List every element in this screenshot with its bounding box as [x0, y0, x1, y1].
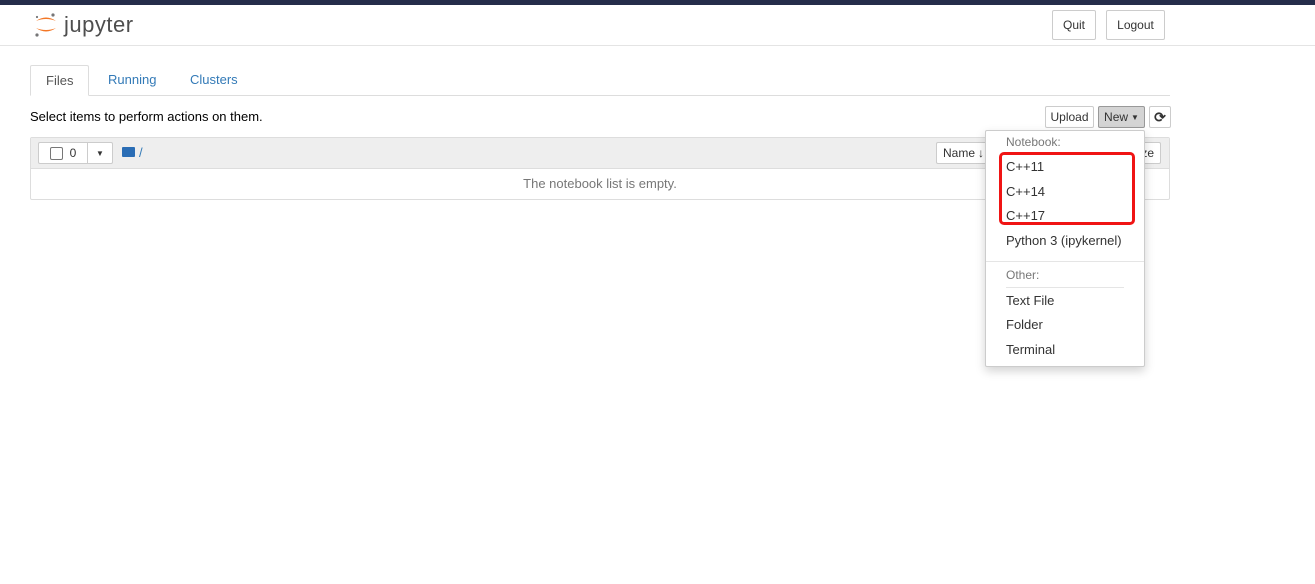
logo-text: jupyter — [64, 12, 134, 37]
highlight-box — [999, 152, 1135, 225]
logout-button[interactable]: Logout — [1106, 10, 1165, 40]
upload-button[interactable]: Upload — [1045, 106, 1094, 128]
tab-clusters[interactable]: Clusters — [175, 65, 253, 96]
tab-files[interactable]: Files — [30, 65, 90, 96]
menu-item-folder[interactable]: Folder — [1006, 317, 1043, 332]
refresh-icon[interactable]: ⟳ — [1149, 106, 1171, 128]
menu-item-terminal[interactable]: Terminal — [1006, 342, 1055, 357]
folder-icon[interactable] — [122, 147, 135, 157]
caret-down-icon: ▼ — [1131, 112, 1139, 122]
sort-name-label: Name — [943, 146, 976, 160]
notebook-header: Notebook: — [1006, 135, 1061, 149]
breadcrumb-root[interactable]: / — [139, 145, 143, 160]
selected-count: 0 — [69, 146, 77, 160]
select-all-button[interactable]: 0 — [38, 142, 88, 164]
new-label: New — [1104, 110, 1129, 124]
selection-dropdown-caret-icon[interactable]: ▼ — [87, 142, 113, 164]
menu-item-python3[interactable]: Python 3 (ipykernel) — [1006, 233, 1122, 248]
header: jupyter Quit Logout — [0, 5, 1315, 46]
menu-item-text-file[interactable]: Text File — [1006, 293, 1054, 308]
jupyter-logo-icon — [35, 13, 56, 37]
menu-divider — [986, 261, 1144, 262]
tab-running[interactable]: Running — [93, 65, 171, 96]
new-button[interactable]: New ▼ — [1098, 106, 1145, 128]
arrow-down-icon: ↓ — [978, 146, 985, 160]
selection-hint: Select items to perform actions on them. — [30, 109, 263, 124]
menu-divider — [1006, 287, 1124, 288]
jupyter-logo[interactable]: jupyter — [34, 11, 134, 39]
quit-button[interactable]: Quit — [1052, 10, 1096, 40]
other-header: Other: — [1006, 268, 1040, 282]
tab-bar: Files Running Clusters — [30, 65, 1170, 96]
select-all-checkbox[interactable] — [49, 146, 63, 160]
